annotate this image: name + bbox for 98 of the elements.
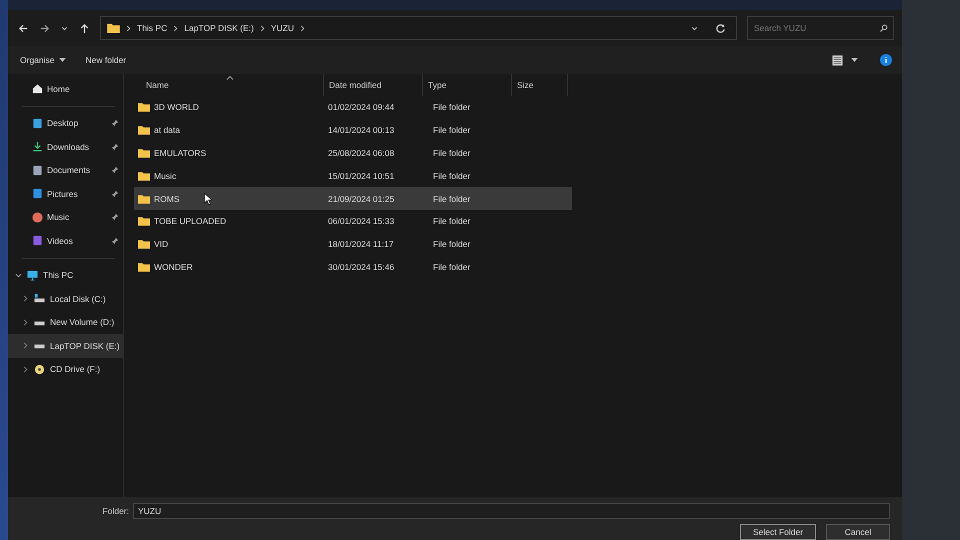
column-header[interactable]: Type	[423, 74, 512, 96]
breadcrumb-item[interactable]: YUZU	[270, 23, 294, 33]
home-icon	[32, 83, 43, 94]
pin-icon[interactable]	[111, 236, 119, 245]
type-cell-text: File folder	[433, 216, 472, 226]
file-name: EMULATORS	[154, 148, 206, 158]
chevron-down-icon[interactable]	[15, 272, 22, 279]
folder-icon	[138, 125, 150, 136]
file-name: TOBE UPLOADED	[154, 216, 226, 226]
chevron-right-icon[interactable]	[22, 318, 29, 326]
pin-icon[interactable]	[111, 190, 119, 198]
pin-icon[interactable]	[111, 166, 119, 174]
folder-label: Folder:	[102, 506, 129, 516]
document-icon	[32, 164, 43, 176]
breadcrumb-item[interactable]: LapTOP DISK (E:)	[184, 23, 254, 33]
up-arrow-icon[interactable]	[79, 22, 90, 34]
date-cell-text: 18/01/2024 11:17	[328, 239, 395, 250]
file-row[interactable]: at data 14/01/2024 00:13 File folder	[134, 118, 572, 142]
organise-menu-button[interactable]: Organise	[14, 52, 72, 68]
file-row[interactable]: VID 18/01/2024 11:17 File folder	[134, 232, 572, 256]
breadcrumb-item[interactable]: This PC	[137, 23, 168, 33]
chevron-right-icon[interactable]	[22, 366, 29, 373]
sidebar-item[interactable]: Home	[8, 77, 123, 100]
search-icon	[879, 24, 888, 32]
list-view-icon[interactable]	[832, 54, 843, 66]
chevron-right-icon	[300, 24, 305, 32]
file-row[interactable]: TOBE UPLOADED 06/01/2024 15:33 File folder	[134, 210, 572, 233]
file-name: 3D WORLD	[154, 102, 199, 112]
download-arrow-icon	[32, 141, 43, 152]
search-field[interactable]: Search YUZU	[747, 16, 894, 40]
select-folder-button[interactable]: Select Folder	[740, 524, 816, 540]
caret-icon	[58, 58, 66, 62]
help-icon[interactable]	[880, 54, 892, 66]
folder-icon	[138, 170, 150, 181]
chevron-right-icon	[260, 24, 265, 32]
disc-icon	[34, 364, 45, 375]
address-bar[interactable]: This PC LapTOP DISK (E:) YUZU	[100, 16, 737, 40]
forward-arrow-icon[interactable]	[39, 22, 50, 34]
type-cell-text: File folder	[433, 262, 472, 272]
file-name: VID	[154, 239, 168, 250]
date-cell-text: 30/01/2024 15:46	[328, 262, 396, 272]
file-row[interactable]: 3D WORLD 01/02/2024 09:44 File folder	[134, 96, 572, 119]
sidebar-item[interactable]: LapTOP DISK (E:)	[8, 334, 123, 358]
sidebar-item[interactable]: This PC	[8, 264, 123, 287]
sidebar-item[interactable]: Pictures	[8, 182, 123, 206]
file-name: Music	[154, 170, 176, 181]
date-cell-text: 15/01/2024 10:51	[328, 170, 396, 181]
mouse-pointer-icon	[204, 193, 212, 206]
file-row[interactable]: EMULATORS 25/08/2024 06:08 File folder	[134, 142, 572, 164]
folder-name-field[interactable]: YUZU	[133, 503, 890, 519]
sidebar-item[interactable]: Desktop	[8, 112, 123, 135]
folder-icon	[138, 148, 150, 158]
type-cell-text: File folder	[433, 148, 472, 158]
file-row[interactable]: WONDER 30/01/2024 15:46 File folder	[134, 256, 572, 278]
date-cell-text: 21/09/2024 01:25	[328, 194, 396, 204]
sidebar-item[interactable]: CD Drive (F:)	[8, 358, 123, 381]
sidebar-item[interactable]: New Volume (D:)	[8, 310, 123, 334]
file-name: ROMS	[154, 194, 180, 204]
sidebar-item[interactable]: Downloads	[8, 135, 123, 158]
chevron-right-icon	[173, 24, 178, 32]
file-name: at data	[154, 125, 180, 136]
drive-icon	[34, 293, 45, 304]
chevron-right-icon[interactable]	[22, 342, 29, 350]
refresh-icon[interactable]	[715, 22, 726, 34]
pin-icon[interactable]	[111, 119, 119, 128]
folder-icon	[138, 262, 150, 272]
file-row[interactable]: Music 15/01/2024 10:51 File folder	[134, 164, 572, 188]
new-folder-button[interactable]: New folder	[80, 52, 132, 68]
folder-icon	[107, 23, 120, 33]
column-header[interactable]: Date modified	[324, 74, 423, 96]
date-cell-text: 25/08/2024 06:08	[328, 148, 396, 158]
back-arrow-icon[interactable]	[18, 22, 29, 34]
cancel-button[interactable]: Cancel	[826, 524, 890, 540]
column-header[interactable]: Name	[134, 74, 324, 96]
chevron-right-icon[interactable]	[22, 295, 29, 302]
folder-icon	[138, 194, 150, 204]
sidebar-item[interactable]: Videos	[8, 229, 123, 252]
file-name: WONDER	[154, 262, 193, 272]
type-cell-text: File folder	[433, 170, 472, 181]
folder-icon	[138, 239, 150, 250]
file-row[interactable]: ROMS 21/09/2024 01:25 File folder	[134, 187, 572, 210]
date-cell-text: 14/01/2024 00:13	[328, 125, 396, 136]
folder-icon	[138, 102, 150, 112]
sidebar-item[interactable]: Local Disk (C:)	[8, 287, 123, 310]
pin-icon[interactable]	[111, 142, 119, 151]
date-cell-text: 06/01/2024 15:33	[328, 216, 396, 226]
chevron-right-icon	[126, 24, 131, 32]
type-cell-text: File folder	[433, 194, 472, 204]
pin-icon[interactable]	[111, 213, 119, 222]
caret-icon[interactable]	[851, 58, 858, 62]
type-cell-text: File folder	[433, 239, 472, 250]
sidebar-item[interactable]: Documents	[8, 158, 123, 182]
folder-icon	[138, 216, 150, 226]
type-cell-text: File folder	[433, 125, 472, 136]
date-cell-text: 01/02/2024 09:44	[328, 102, 396, 112]
column-header[interactable]: Size	[512, 74, 568, 96]
sidebar-item[interactable]: Music	[8, 206, 123, 229]
type-cell-text: File folder	[433, 102, 472, 112]
